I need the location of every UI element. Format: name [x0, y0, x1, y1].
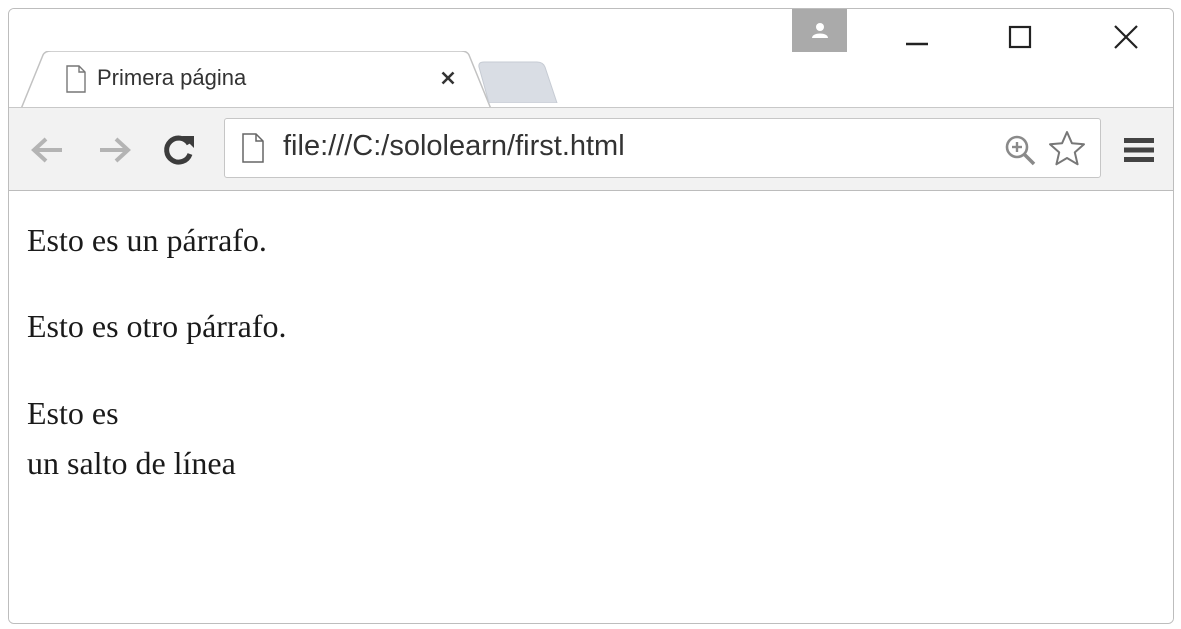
toolbar: file:///C:/sololearn/first.html	[9, 107, 1173, 191]
paragraph: Esto es un párrafo.	[27, 222, 267, 258]
person-icon	[811, 22, 828, 38]
forward-button[interactable]	[93, 130, 137, 170]
hamburger-menu-icon	[1124, 138, 1154, 162]
paragraph-line: Esto es	[27, 395, 119, 431]
maximize-button[interactable]	[990, 15, 1050, 59]
tab-close-button[interactable]	[435, 65, 461, 91]
page-icon	[242, 133, 264, 163]
page-content: Esto es un párrafo. Esto es otro párrafo…	[9, 191, 1173, 623]
close-icon	[1114, 25, 1138, 49]
tab-primera-pagina[interactable]: Primera página	[21, 51, 491, 109]
paragraph: Esto es otro párrafo.	[27, 308, 287, 344]
zoom-in-icon[interactable]	[1003, 133, 1037, 167]
address-bar[interactable]: file:///C:/sololearn/first.html	[224, 118, 1101, 178]
title-bar: Primera página	[9, 9, 1173, 109]
chrome-menu-button[interactable]	[1117, 130, 1161, 170]
profile-button[interactable]	[792, 9, 847, 52]
reload-button[interactable]	[157, 130, 201, 170]
window-close-button[interactable]	[1096, 15, 1156, 59]
maximize-icon	[1008, 25, 1032, 49]
back-button[interactable]	[25, 130, 69, 170]
close-icon	[441, 71, 455, 85]
tab-title: Primera página	[97, 65, 247, 90]
back-arrow-icon	[31, 137, 62, 163]
url-text: file:///C:/sololearn/first.html	[283, 130, 625, 162]
tab-shape	[21, 51, 491, 109]
star-icon[interactable]	[1047, 129, 1087, 169]
reload-icon	[164, 135, 194, 165]
browser-window: Primera página file:///C:/sololearn/firs…	[8, 8, 1174, 624]
paragraph-line: un salto de línea	[27, 445, 236, 481]
page-icon	[66, 65, 86, 93]
paragraph-with-line-break: Esto es un salto de línea	[27, 388, 236, 488]
new-tab-button[interactable]	[475, 61, 561, 104]
minimize-button[interactable]	[887, 15, 947, 59]
new-tab-icon	[478, 61, 558, 104]
minimize-icon	[906, 42, 928, 46]
forward-arrow-icon	[100, 137, 131, 163]
